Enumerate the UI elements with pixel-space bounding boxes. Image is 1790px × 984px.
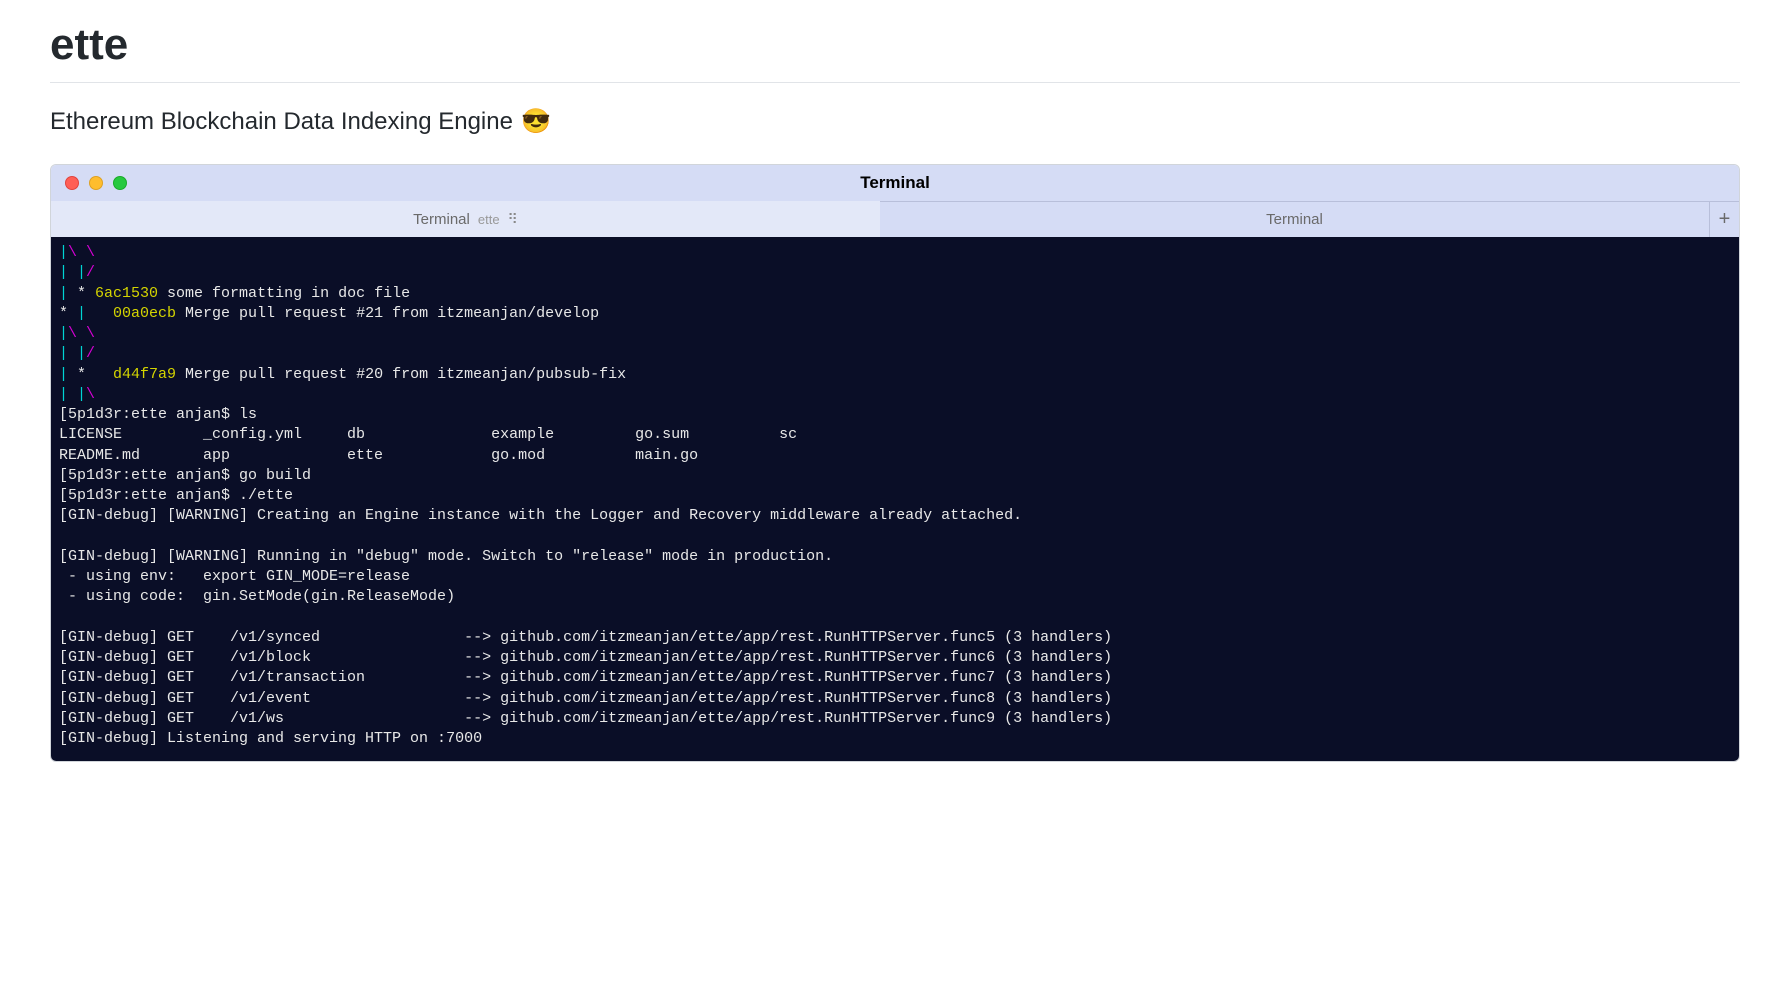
close-icon[interactable]: [65, 176, 79, 190]
add-tab-button[interactable]: +: [1709, 201, 1739, 237]
terminal-window: Terminal Terminal ette ⠻ Terminal + |\ \…: [50, 164, 1740, 762]
page-title: ette: [50, 0, 1740, 83]
traffic-lights: [65, 176, 127, 190]
terminal-tab-2[interactable]: Terminal: [880, 201, 1709, 237]
terminal-tabs: Terminal ette ⠻ Terminal +: [51, 201, 1739, 237]
minimize-icon[interactable]: [89, 176, 103, 190]
tab-label: Terminal: [413, 211, 470, 228]
terminal-output: |\ \| |/| * 6ac1530 some formatting in d…: [51, 237, 1739, 761]
window-title: Terminal: [860, 173, 930, 193]
spinner-icon: ⠻: [508, 211, 518, 228]
tab-label: Terminal: [1266, 211, 1323, 228]
terminal-titlebar: Terminal: [51, 165, 1739, 201]
tab-sublabel: ette: [478, 212, 500, 227]
terminal-tab-1[interactable]: Terminal ette ⠻: [51, 201, 880, 237]
sunglasses-emoji-icon: 😎: [521, 107, 551, 136]
subtitle: Ethereum Blockchain Data Indexing Engine…: [50, 107, 1740, 136]
subtitle-text: Ethereum Blockchain Data Indexing Engine: [50, 108, 513, 136]
maximize-icon[interactable]: [113, 176, 127, 190]
